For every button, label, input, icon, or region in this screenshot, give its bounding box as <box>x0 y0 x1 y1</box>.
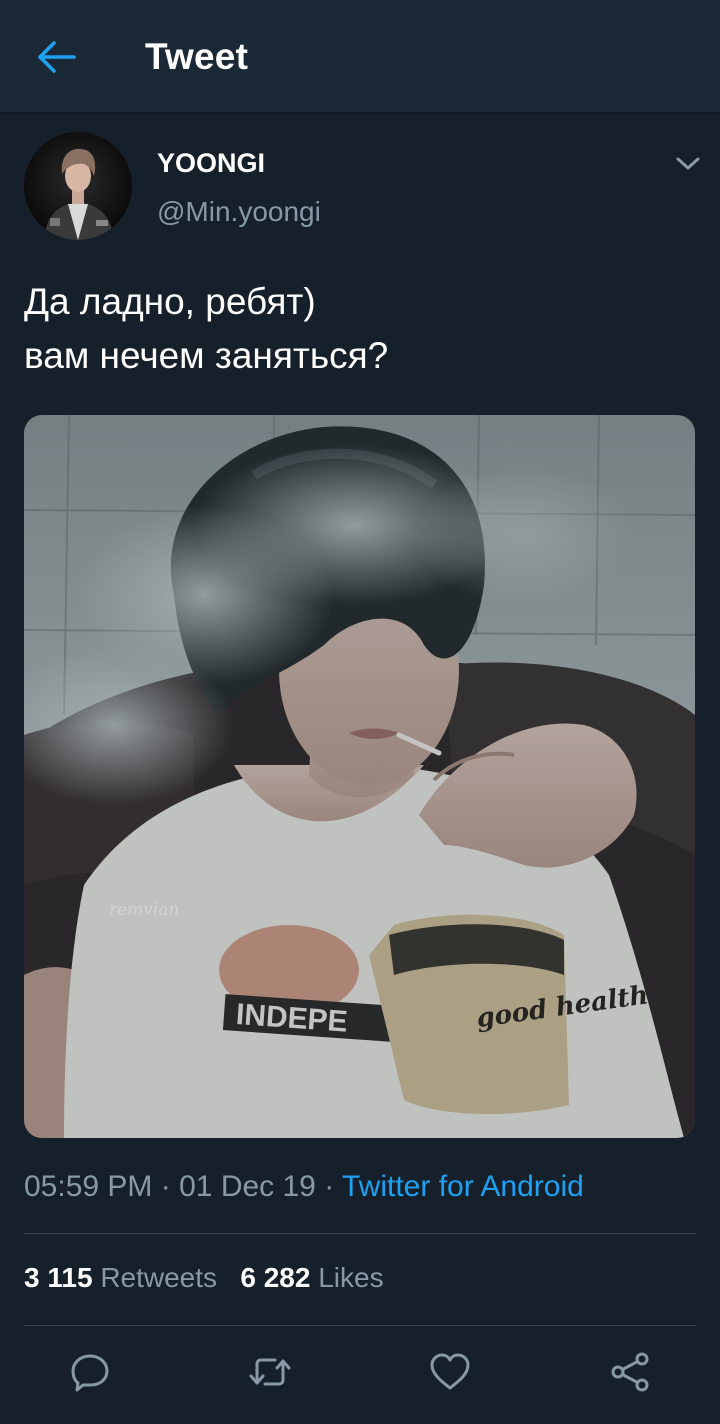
share-button[interactable] <box>606 1348 654 1396</box>
reply-button[interactable] <box>66 1348 114 1396</box>
tweet-photo[interactable]: INDEPE good health remvian <box>24 415 695 1138</box>
tweet-menu-button[interactable] <box>668 146 708 182</box>
retweets-count: 3 115 <box>24 1262 93 1293</box>
author-display-name[interactable]: YOONGI <box>157 148 265 179</box>
likes-stat[interactable]: 6 282 Likes <box>240 1262 383 1293</box>
tweet-timestamp-line: 05:59 PM · 01 Dec 19 · Twitter for Andro… <box>24 1170 584 1204</box>
author-handle[interactable]: @Min.yoongi <box>157 196 321 228</box>
avatar-image <box>24 132 132 240</box>
photo-image: INDEPE good health remvian <box>24 415 695 1138</box>
like-button[interactable] <box>426 1348 474 1396</box>
tweet-text-line: Да ладно, ребят) <box>24 281 316 322</box>
divider <box>24 1325 696 1326</box>
share-icon <box>611 1352 649 1392</box>
heart-icon <box>430 1353 470 1390</box>
chevron-down-icon <box>676 157 700 170</box>
retweet-icon <box>249 1358 291 1386</box>
tweet-time: 05:59 PM <box>24 1170 153 1203</box>
tweet-detail-screen: Tweet YOONGI @Min.yoongi Да ладно, ребят… <box>0 0 720 1424</box>
tweet-text-line: вам нечем заняться? <box>24 335 389 376</box>
tweet-date: 01 Dec 19 <box>179 1170 316 1203</box>
top-app-bar: Tweet <box>0 0 720 114</box>
retweet-button[interactable] <box>246 1348 294 1396</box>
retweets-stat[interactable]: 3 115 Retweets <box>24 1262 225 1293</box>
tweet-text: Да ладно, ребят) вам нечем заняться? <box>24 275 694 383</box>
likes-label: Likes <box>318 1262 384 1293</box>
back-button[interactable] <box>30 34 82 80</box>
tweet-source-link[interactable]: Twitter for Android <box>342 1170 584 1203</box>
avatar[interactable] <box>24 132 132 240</box>
page-title: Tweet <box>145 36 249 77</box>
meta-separator: · <box>324 1170 335 1203</box>
reply-icon <box>71 1354 109 1392</box>
likes-count: 6 282 <box>240 1262 311 1293</box>
divider <box>24 1233 696 1234</box>
meta-separator: · <box>160 1170 171 1203</box>
retweets-label: Retweets <box>100 1262 218 1293</box>
arrow-left-icon <box>38 41 76 73</box>
tweet-stats: 3 115 Retweets 6 282 Likes <box>24 1262 384 1294</box>
